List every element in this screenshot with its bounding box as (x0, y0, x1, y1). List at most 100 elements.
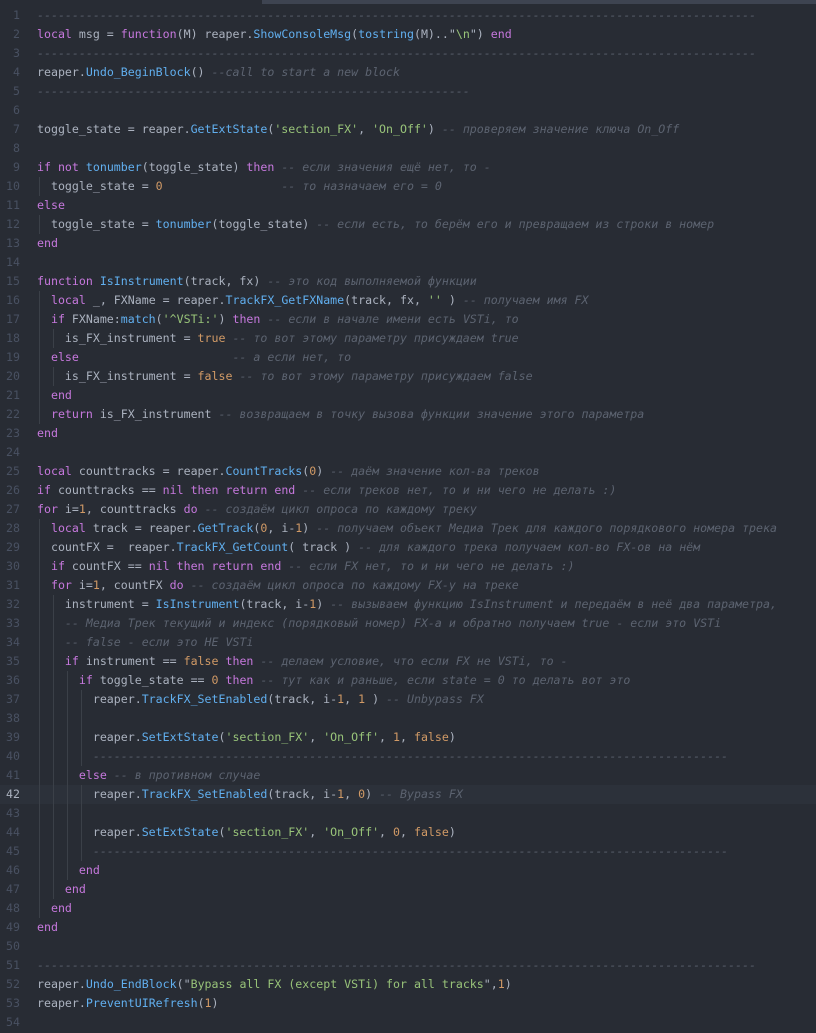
code-line[interactable]: 40 -------------------------------------… (0, 747, 816, 766)
code-line[interactable]: 30 if countFX == nil then return end -- … (0, 557, 816, 576)
code-line[interactable]: 36 if toggle_state == 0 then -- тут как … (0, 671, 816, 690)
code-token: do (183, 502, 198, 516)
code-line[interactable]: 53 reaper.PreventUIRefresh(1) (0, 994, 816, 1013)
code-line[interactable]: 46 end (0, 861, 816, 880)
line-number: 3 (13, 46, 20, 60)
line-number: 17 (6, 312, 20, 326)
code-token: end (37, 882, 86, 896)
code-token: ", (483, 977, 498, 991)
code-line[interactable]: 38 (0, 709, 816, 728)
code-line[interactable]: 8 (0, 139, 816, 158)
code-token: toggle_state = (37, 217, 156, 231)
line-number: 22 (6, 407, 20, 421)
code-line[interactable]: 50 (0, 937, 816, 956)
code-line[interactable]: 21 end (0, 386, 816, 405)
code-line[interactable]: 35 if instrument == false then -- делаем… (0, 652, 816, 671)
code-token: -- даём значение кол-ва треков (330, 464, 540, 478)
code-line[interactable]: 10 toggle_state = 0 -- то назначаем его … (0, 177, 816, 196)
code-line[interactable]: 20 is_FX_instrument = false -- то вот эт… (0, 367, 816, 386)
code-token: end (37, 863, 100, 877)
code-token: (toggle_state) (211, 217, 317, 231)
code-line[interactable]: 25 local counttracks = reaper.CountTracks… (0, 462, 816, 481)
code-line[interactable]: 44 reaper.SetExtState('section_FX', 'On_… (0, 823, 816, 842)
code-token: if not (37, 160, 86, 174)
code-token: do (169, 578, 184, 592)
code-line[interactable]: 32 instrument = IsInstrument(track, i-1)… (0, 595, 816, 614)
code-line[interactable]: 22 return is_FX_instrument -- возвращаем… (0, 405, 816, 424)
code-line[interactable]: 2 local msg = function(M) reaper.ShowCons… (0, 25, 816, 44)
code-token: false (197, 369, 233, 383)
code-text: function IsInstrument(track, fx) -- это … (37, 272, 477, 291)
code-line[interactable]: 17 if FXName:match('^VSTi:') then -- есл… (0, 310, 816, 329)
code-line[interactable]: 54 (0, 1013, 816, 1032)
code-line[interactable]: 23 end (0, 424, 816, 443)
code-editor[interactable]: 1 ---------------------------------------… (0, 6, 816, 1032)
code-text: for i=1, countFX do -- создаём цикл опро… (37, 576, 519, 595)
code-text: toggle_state = reaper.GetExtState('secti… (37, 120, 679, 139)
code-text: local counttracks = reaper.CountTracks(0… (37, 462, 540, 481)
code-line[interactable]: 5 ---------------------------------------… (0, 82, 816, 101)
code-line[interactable]: 4 reaper.Undo_BeginBlock() --call to star… (0, 63, 816, 82)
code-line[interactable]: 3 ---------------------------------------… (0, 44, 816, 63)
code-line[interactable]: 15 function IsInstrument(track, fx) -- эт… (0, 272, 816, 291)
code-token: TrackFX_SetEnabled (141, 692, 268, 706)
code-line[interactable]: 7 toggle_state = reaper.GetExtState('sect… (0, 120, 816, 139)
code-token: '' (427, 293, 442, 307)
code-token: end (37, 920, 58, 934)
line-number: 23 (6, 426, 20, 440)
code-line[interactable]: 14 (0, 253, 816, 272)
code-line[interactable]: 45 -------------------------------------… (0, 842, 816, 861)
code-line[interactable]: 19 else -- а если нет, то (0, 348, 816, 367)
code-token: FXName: (64, 312, 121, 326)
code-token: ) (316, 464, 331, 478)
code-line[interactable]: 47 end (0, 880, 816, 899)
code-token: 'section_FX' (274, 122, 359, 136)
code-line[interactable]: 33 -- Медиа Трек текущий и индекс (поряд… (0, 614, 816, 633)
code-token: function (120, 27, 177, 41)
code-token: -- тут как и раньше, если state = 0 то д… (260, 673, 631, 687)
code-line[interactable]: 51 --------------------------------------… (0, 956, 816, 975)
code-token: , (344, 787, 359, 801)
code-text: end (37, 234, 58, 253)
code-line[interactable]: 1 ---------------------------------------… (0, 6, 816, 25)
code-token: ) (365, 787, 380, 801)
code-line[interactable]: 9 if not tonumber(toggle_state) then -- е… (0, 158, 816, 177)
code-line[interactable]: 28 local track = reaper.GetTrack(0, i-1)… (0, 519, 816, 538)
code-line[interactable]: 18 is_FX_instrument = true -- то вот это… (0, 329, 816, 348)
code-line[interactable]: 49 end (0, 918, 816, 937)
code-line[interactable]: 27 for i=1, counttracks do -- создаём цик… (0, 500, 816, 519)
code-token: 'On_Off' (323, 825, 380, 839)
code-line[interactable]: 13 end (0, 234, 816, 253)
code-token: (M).." (413, 27, 456, 41)
code-line[interactable]: 42 reaper.TrackFX_SetEnabled(track, i-1,… (0, 785, 816, 804)
code-line[interactable]: 34 -- false - если это НЕ VSTi (0, 633, 816, 652)
code-line[interactable]: 37 reaper.TrackFX_SetEnabled(track, i-1,… (0, 690, 816, 709)
code-token: 0 (211, 673, 219, 687)
code-line[interactable]: 24 (0, 443, 816, 462)
code-token: then (246, 160, 275, 174)
line-number: 25 (6, 464, 20, 478)
indent-guide (81, 804, 82, 823)
code-token: if (37, 483, 51, 497)
code-line[interactable]: 41 else -- в противном случае (0, 766, 816, 785)
code-token: ----------------------------------------… (37, 844, 729, 858)
code-line[interactable]: 11 else (0, 196, 816, 215)
code-line[interactable]: 16 local _, FXName = reaper.TrackFX_GetF… (0, 291, 816, 310)
code-line[interactable]: 12 toggle_state = tonumber(toggle_state)… (0, 215, 816, 234)
code-token: , (358, 122, 373, 136)
code-token: , (309, 825, 324, 839)
code-line[interactable]: 52 reaper.Undo_EndBlock("Bypass all FX (e… (0, 975, 816, 994)
code-token: (track, i- (239, 597, 310, 611)
code-line[interactable]: 29 countFX = reaper.TrackFX_GetCount( tr… (0, 538, 816, 557)
line-number: 12 (6, 217, 20, 231)
code-token: -- проверяем значение ключа On_Off (441, 122, 680, 136)
code-token: countFX = reaper. (37, 540, 177, 554)
code-line[interactable]: 43 (0, 804, 816, 823)
code-line[interactable]: 48 end (0, 899, 816, 918)
code-token: 1 (497, 977, 505, 991)
code-line[interactable]: 39 reaper.SetExtState('section_FX', 'On_… (0, 728, 816, 747)
code-line[interactable]: 31 for i=1, countFX do -- создаём цикл о… (0, 576, 816, 595)
code-token: is_FX_instrument = (37, 331, 198, 345)
code-line[interactable]: 26 if counttracks == nil then return end … (0, 481, 816, 500)
code-line[interactable]: 6 (0, 101, 816, 120)
